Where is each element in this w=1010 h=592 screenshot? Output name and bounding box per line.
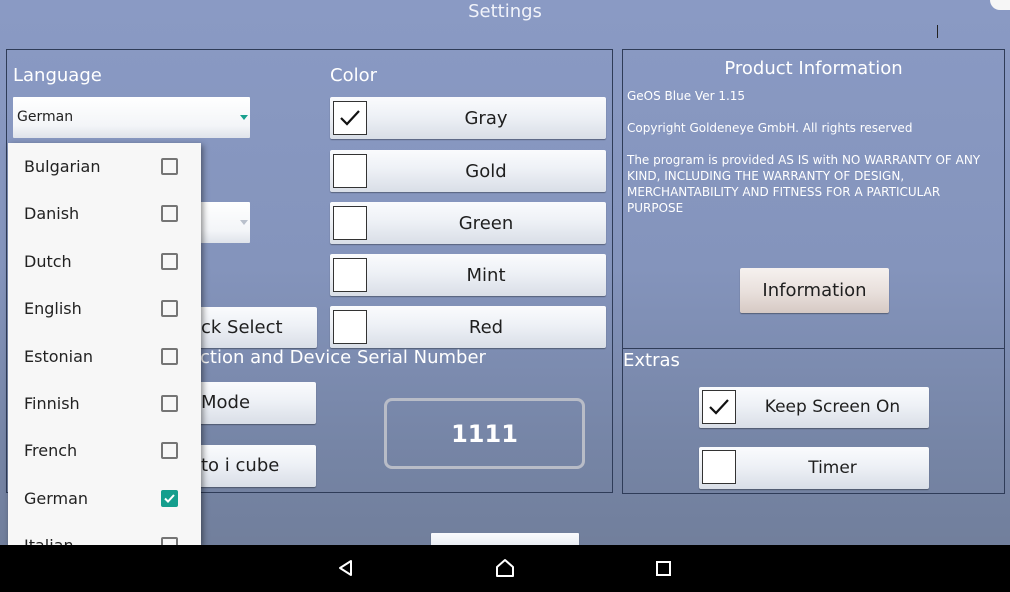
keep-screen-on-label: Keep Screen On: [764, 397, 901, 417]
home-icon[interactable]: [494, 558, 516, 578]
text-cursor-mark: [937, 25, 938, 38]
product-info-title: Product Information: [724, 58, 903, 79]
color-gray-label: Gray: [464, 108, 508, 129]
checkmark-icon: [709, 399, 729, 415]
language-option-estonian[interactable]: Estonian: [8, 333, 201, 380]
extras-section-label: Extras: [623, 350, 680, 371]
quick-select-label: ck Select: [201, 317, 283, 338]
checkmark-icon: [164, 494, 175, 503]
language-option-checkbox[interactable]: [161, 253, 178, 270]
serial-section-label: ction and Device Serial Number: [200, 347, 486, 368]
page-title: Settings: [468, 1, 542, 22]
back-icon[interactable]: [336, 558, 356, 578]
language-option-label: Danish: [24, 204, 80, 223]
language-option-checkbox[interactable]: [161, 205, 178, 222]
language-option-danish[interactable]: Danish: [8, 190, 201, 237]
language-option-checkbox[interactable]: [161, 395, 178, 412]
color-red-label: Red: [468, 317, 504, 338]
color-section-label: Color: [330, 65, 377, 86]
recents-icon[interactable]: [655, 560, 672, 577]
language-option-label: Estonian: [24, 347, 94, 366]
language-option-label: Finnish: [24, 394, 80, 413]
icube-button-label: to i cube: [201, 455, 280, 476]
system-navigation-bar: [0, 545, 1010, 592]
language-option-german[interactable]: German: [8, 475, 201, 522]
language-section-label: Language: [13, 65, 102, 86]
language-option-finnish[interactable]: Finnish: [8, 380, 201, 427]
language-option-checkbox[interactable]: [161, 442, 178, 459]
language-option-label: English: [24, 299, 82, 318]
language-option-label: Italian: [24, 536, 74, 545]
dropdown-arrow-icon: [240, 220, 248, 225]
language-option-english[interactable]: English: [8, 285, 201, 332]
language-dropdown[interactable]: German: [13, 97, 250, 138]
language-option-checkbox[interactable]: [161, 348, 178, 365]
dropdown-arrow-icon: [240, 115, 248, 120]
serial-number-display: 1111: [384, 398, 585, 469]
language-option-french[interactable]: French: [8, 427, 201, 474]
language-option-bulgarian[interactable]: Bulgarian: [8, 143, 201, 190]
language-popup-list: Bulgarian Danish Dutch English Estonian …: [8, 143, 201, 545]
language-option-label: Dutch: [24, 252, 72, 271]
language-option-checkbox[interactable]: [161, 537, 178, 545]
language-option-label: French: [24, 441, 78, 460]
language-option-dutch[interactable]: Dutch: [8, 238, 201, 285]
color-gold-label: Gold: [465, 161, 507, 182]
keep-screen-on-checkbox[interactable]: [702, 390, 736, 424]
product-copyright: Copyright Goldeneye GmbH. All rights res…: [627, 121, 913, 135]
product-disclaimer: The program is provided AS IS with NO WA…: [627, 153, 981, 215]
color-mint-label: Mint: [466, 265, 506, 286]
timer-checkbox[interactable]: [702, 450, 736, 484]
language-option-checkbox[interactable]: [161, 490, 178, 507]
language-option-label: German: [24, 489, 89, 508]
language-option-checkbox[interactable]: [161, 158, 178, 175]
product-version: GeOS Blue Ver 1.15: [627, 89, 746, 103]
language-option-italian[interactable]: Italian: [8, 522, 201, 545]
language-option-label: Bulgarian: [24, 157, 101, 176]
timer-label: Timer: [808, 458, 857, 478]
color-green-label: Green: [458, 213, 514, 234]
language-dropdown-value: German: [17, 109, 74, 125]
mode-button-label: Mode: [201, 392, 251, 413]
information-button[interactable]: Information: [740, 268, 889, 313]
language-option-checkbox[interactable]: [161, 300, 178, 317]
